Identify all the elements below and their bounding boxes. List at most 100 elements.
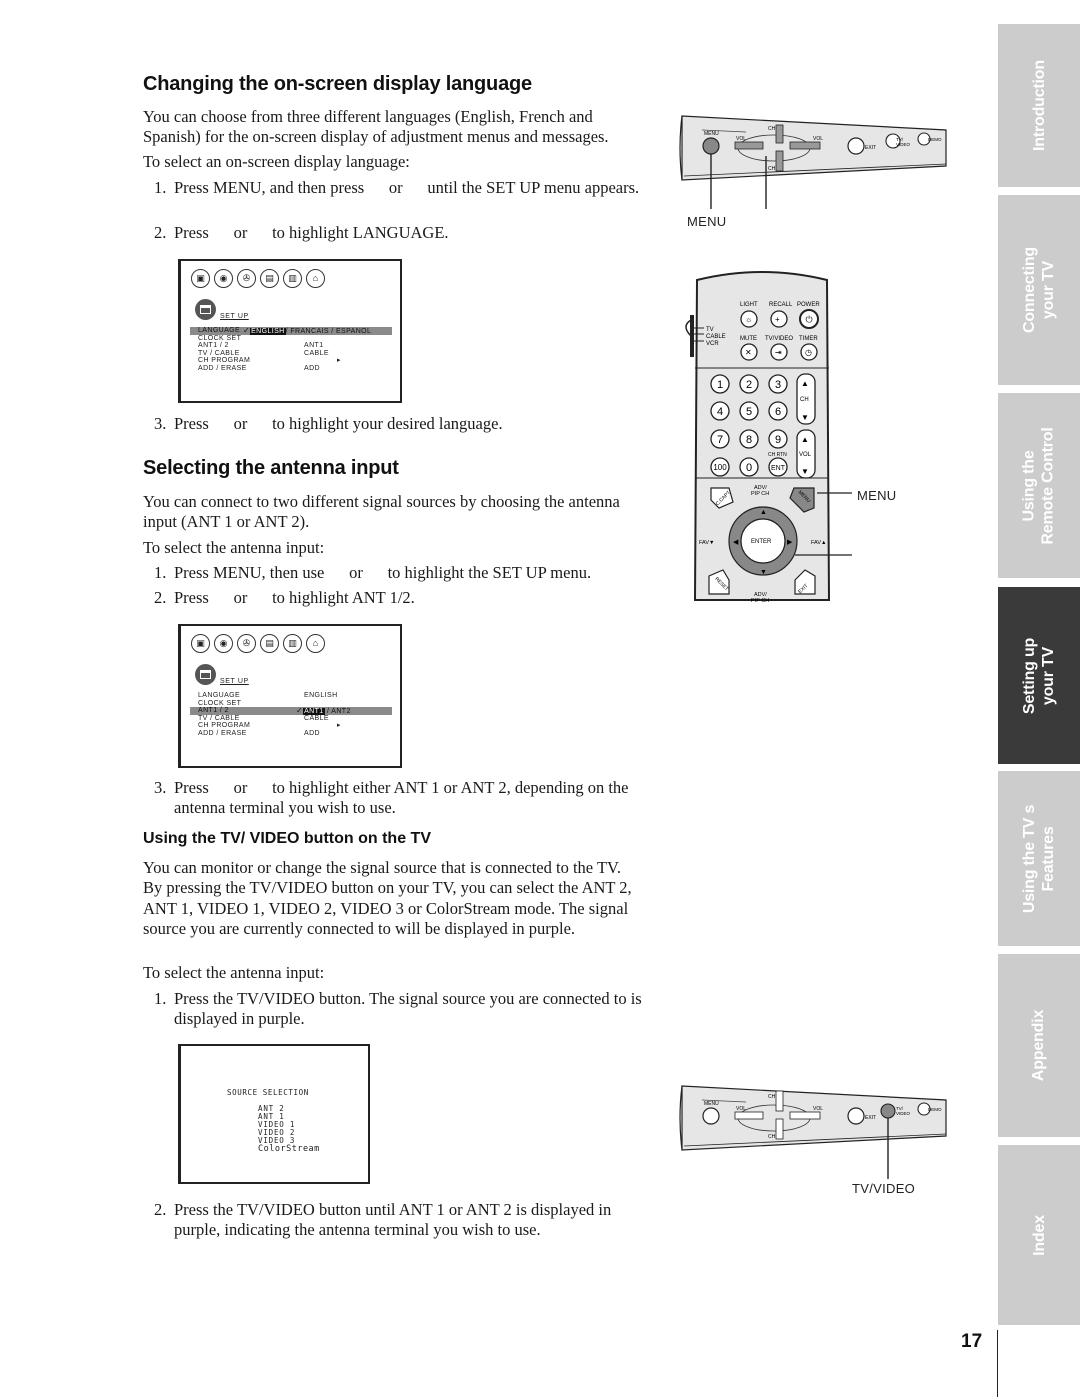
osd-row-adderase: ADD / ERASE ADD <box>198 364 320 372</box>
osd-row-adderase: ADD / ERASE ADD <box>198 729 320 737</box>
svg-text:2: 2 <box>746 379 752 391</box>
osd-menu-title: SET UP <box>220 313 249 320</box>
setup-icon: ▤ <box>260 634 279 653</box>
antenna-lead: To select the antenna input: <box>143 538 325 557</box>
svg-text:VOL: VOL <box>799 452 812 458</box>
picture-icon: ▣ <box>191 634 210 653</box>
tvvideo-lead: To select the antenna input: <box>143 963 325 982</box>
osd-row-clock: CLOCK SET <box>198 334 242 342</box>
audio-icon: ◉ <box>214 634 233 653</box>
svg-text:◷: ◷ <box>805 348 812 357</box>
antenna-intro: You can connect to two different signal … <box>143 492 620 532</box>
arrow-right-icon: ▸ <box>337 722 341 730</box>
tab-connecting-your-tv[interactable]: Connecting your TV <box>998 195 1080 385</box>
heading-tvvideo: Using the TV/ VIDEO button on the TV <box>143 830 431 847</box>
svg-text:7: 7 <box>717 434 723 446</box>
osd-row-chprogram: CH PROGRAM ▸ <box>198 722 341 730</box>
osd-row-language: LANGUAGE ✓ENGLISH/ FRANCAIS / ESPANOL <box>190 327 392 335</box>
svg-text:CABLE: CABLE <box>706 334 726 340</box>
svg-text:VOL: VOL <box>813 136 823 142</box>
remote-control: TVCABLEVCR LIGHT RECALL POWER ☼ + ⏻ MUTE TV… <box>685 271 852 604</box>
svg-text:MENU: MENU <box>704 131 719 137</box>
svg-text:⏻: ⏻ <box>806 315 813 325</box>
callout-menu-remote: MENU <box>857 488 897 503</box>
svg-text:⇥: ⇥ <box>775 348 782 357</box>
svg-text:▼: ▼ <box>760 569 767 576</box>
tab-index[interactable]: Index <box>998 1145 1080 1325</box>
source-item: ColorStream <box>258 1144 320 1154</box>
callout-tvvideo: TV/VIDEO <box>852 1181 916 1196</box>
page-divider <box>997 1330 998 1397</box>
audio-icon: ◉ <box>214 269 233 288</box>
svg-text:DEMO: DEMO <box>928 1107 942 1112</box>
svg-text:VIDEO: VIDEO <box>896 142 911 147</box>
tvvideo-intro: You can monitor or change the signal sou… <box>143 858 632 938</box>
setup-icon: ▤ <box>260 269 279 288</box>
osd-row-ant: ANT1 / 2 ✓ANT1 / ANT2 <box>190 707 392 716</box>
tv-front-panel-menu: MENU VOL VOL CHCH EXIT TV/VIDEO DEMO <box>679 115 947 209</box>
theater-icon: ✇ <box>237 634 256 653</box>
source-selection-title: SOURCE SELECTION <box>227 1088 309 1097</box>
menu-button <box>702 137 720 155</box>
tab-using-remote-control[interactable]: Using the Remote Control <box>998 393 1080 578</box>
osd-setup-antenna: ▣ ◉ ✇ ▤ ▥ ⌂ SET UP LANGUAGE ENGLISH CLOCK… <box>178 624 402 768</box>
svg-text:1: 1 <box>717 379 723 391</box>
tab-setting-up-your-tv[interactable]: Setting up your TV <box>998 587 1080 764</box>
svg-text:100: 100 <box>713 463 727 472</box>
svg-text:CH: CH <box>768 166 776 172</box>
svg-text:3: 3 <box>775 379 781 391</box>
svg-text:▼: ▼ <box>801 467 809 476</box>
svg-text:4: 4 <box>717 406 723 418</box>
osd-menu-icons: ▣ ◉ ✇ ▤ ▥ ⌂ <box>191 269 325 288</box>
arrow-right-icon: ▸ <box>337 357 341 365</box>
osd-row-clock: CLOCK SET <box>198 699 242 707</box>
svg-text:VIDEO: VIDEO <box>896 1111 911 1116</box>
svg-text:CH RTN: CH RTN <box>768 452 787 458</box>
svg-text:0: 0 <box>746 462 752 474</box>
svg-text:VOL: VOL <box>813 1106 823 1112</box>
svg-text:TV: TV <box>706 327 714 333</box>
tvvideo-step-1: 1. Press the TV/VIDEO button. The signal … <box>154 989 646 1029</box>
svg-text:LIGHT: LIGHT <box>740 302 758 308</box>
svg-text:EXIT: EXIT <box>865 145 876 151</box>
tvvideo-step-2: 2. Press the TV/VIDEO button until ANT 1 … <box>154 1200 616 1240</box>
heading-language: Changing the on-screen display language <box>143 73 532 95</box>
language-step-1: 1. Press MENU, and then press or until th… <box>154 178 640 197</box>
svg-text:POWER: POWER <box>797 302 820 308</box>
svg-text:DEMO: DEMO <box>928 137 942 142</box>
callout-menu-tv: MENU <box>687 214 727 229</box>
svg-text:VOL: VOL <box>736 1106 746 1112</box>
antenna-step-2: 2. Press or to highlight ANT 1/2. <box>154 588 415 607</box>
osd-menu-title: SET UP <box>220 678 249 685</box>
svg-text:CH: CH <box>768 1094 776 1100</box>
svg-text:▲: ▲ <box>760 509 767 516</box>
svg-text:9: 9 <box>775 434 781 446</box>
svg-text:FAV▼: FAV▼ <box>699 540 714 546</box>
osd-row-ant: ANT1 / 2 ANT1 <box>198 342 324 350</box>
svg-text:PIP CH: PIP CH <box>751 491 769 497</box>
svg-text:VOL: VOL <box>736 136 746 142</box>
source-list: ANT 2 ANT 1 VIDEO 1 VIDEO 2 VIDEO 3 Colo… <box>258 1105 320 1154</box>
page-number: 17 <box>961 1331 983 1352</box>
svg-text:PIP CH: PIP CH <box>751 598 769 604</box>
svg-text:▶: ▶ <box>787 539 793 546</box>
svg-text:CH: CH <box>768 126 776 132</box>
svg-text:ENTER: ENTER <box>751 539 772 545</box>
option-icon: ▥ <box>283 634 302 653</box>
svg-text:ENT: ENT <box>771 465 786 472</box>
osd-row-chprogram: CH PROGRAM ▸ <box>198 357 341 365</box>
svg-text:▲: ▲ <box>801 379 809 388</box>
tab-introduction[interactable]: Introduction <box>998 24 1080 187</box>
tab-appendix[interactable]: Appendix <box>998 954 1080 1137</box>
antenna-step-1: 1. Press MENU, then use or to highlight t… <box>154 563 592 582</box>
svg-text:EXIT: EXIT <box>865 1115 876 1121</box>
language-lead: To select an on-screen display language: <box>143 152 410 171</box>
osd-row-language: LANGUAGE ENGLISH <box>198 692 338 699</box>
svg-text:FAV▲: FAV▲ <box>811 540 826 546</box>
svg-text:☼: ☼ <box>745 315 752 324</box>
svg-text:▼: ▼ <box>801 413 809 422</box>
lock-icon: ⌂ <box>306 269 325 288</box>
tab-using-tv-features[interactable]: Using the TV s Features <box>998 771 1080 946</box>
setup-selected-icon <box>195 664 216 685</box>
osd-row-tvcable: TV / CABLE CABLE <box>198 349 329 357</box>
